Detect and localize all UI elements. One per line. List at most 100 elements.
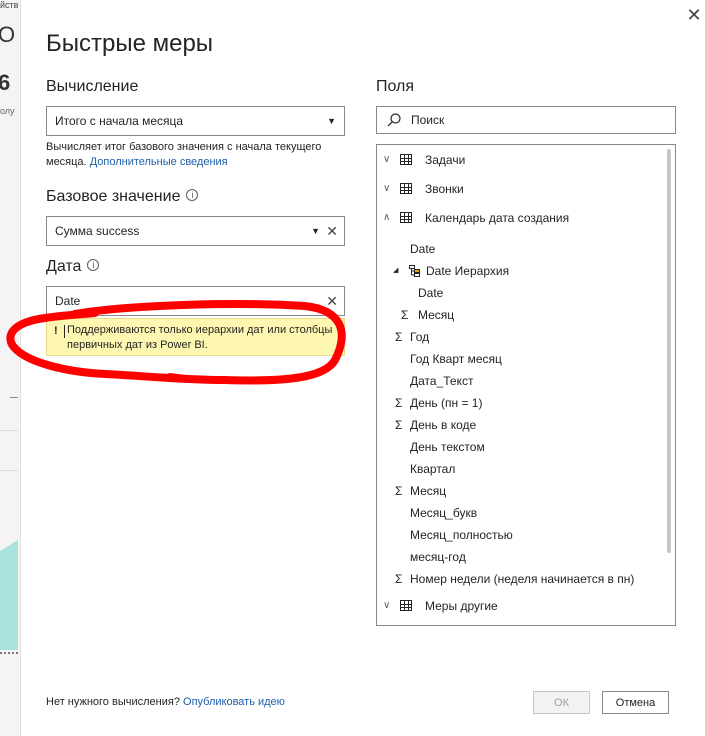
list-item-label: Date <box>418 286 444 300</box>
base-value-selected: Сумма success <box>55 224 140 238</box>
list-item-label: День в коде <box>410 418 477 432</box>
footer-question: Нет нужного вычисления? <box>46 696 180 708</box>
background-gridline <box>0 470 18 471</box>
table-item-calendar[interactable]: ∧ Календарь дата создания <box>377 207 667 229</box>
field-item[interactable]: Date <box>377 238 657 260</box>
sigma-icon: Σ <box>395 396 403 410</box>
sum-field-item[interactable]: Σ Месяц <box>377 480 657 502</box>
ok-button[interactable]: ОК <box>533 691 590 714</box>
field-item[interactable]: Месяц_букв <box>377 502 657 524</box>
calculation-dropdown[interactable]: Итого с начала месяца ▼ <box>46 106 345 136</box>
chevron-down-icon[interactable]: ∨ <box>383 595 395 617</box>
footer-text: Нет нужного вычисления? Опубликовать иде… <box>46 696 285 708</box>
list-item-label: Date Иерархия <box>426 264 510 278</box>
close-icon[interactable]: ✕ <box>684 5 704 25</box>
table-item-tasks[interactable]: ∨ Задачи <box>377 149 667 171</box>
list-item-label: Месяц_полностью <box>410 528 513 542</box>
date-field[interactable]: Date ✕ <box>46 286 345 316</box>
info-icon[interactable]: i <box>87 258 100 271</box>
field-item[interactable]: Дата_Текст <box>377 370 657 392</box>
list-item-label: Звонки <box>425 182 464 196</box>
hierarchy-icon <box>409 265 420 277</box>
list-item-label: Год <box>410 330 430 344</box>
field-item[interactable]: Квартал <box>377 458 657 480</box>
sigma-icon: Σ <box>395 418 403 432</box>
list-item-label: Задачи <box>425 153 466 167</box>
table-icon <box>400 183 412 194</box>
background-tick <box>10 397 18 398</box>
list-item-label: Квартал <box>410 462 456 476</box>
background-number: 6 <box>0 70 11 95</box>
background-chart-area <box>0 540 18 650</box>
field-search[interactable] <box>376 106 676 134</box>
base-value-label: Базовое значение <box>46 188 181 205</box>
background-gridline <box>0 430 18 431</box>
chevron-up-icon[interactable]: ∧ <box>383 207 395 229</box>
background-text: йств <box>0 0 19 10</box>
list-item-label: Дата_Текст <box>410 374 474 388</box>
field-item[interactable]: месяц-год <box>377 546 657 568</box>
dropdown-arrow-icon[interactable]: ▼ <box>311 217 320 245</box>
search-icon <box>387 113 401 127</box>
table-item-calls[interactable]: ∨ Звонки <box>377 178 667 200</box>
publish-idea-link[interactable]: Опубликовать идею <box>183 696 285 708</box>
clear-icon[interactable]: ✕ <box>326 287 338 315</box>
table-icon <box>400 600 412 611</box>
list-item-label: Номер недели (неделя начинается в пн) <box>410 572 635 586</box>
chevron-down-icon[interactable]: ∨ <box>383 149 395 171</box>
background-window: йств О 6 олу <box>0 0 20 736</box>
background-heading: О <box>0 22 16 47</box>
search-input[interactable] <box>411 111 661 129</box>
sum-field-item[interactable]: Σ Месяц <box>377 304 657 326</box>
warning-text: Поддерживаются только иерархии дат или с… <box>67 324 333 351</box>
date-value: Date <box>55 294 81 308</box>
quick-measures-dialog: ✕ Быстрые меры Вычисление Итого с начала… <box>6 0 705 736</box>
list-item-label: Месяц_букв <box>410 506 478 520</box>
scrollbar[interactable] <box>667 149 671 553</box>
list-item-label: месяц-год <box>410 550 466 564</box>
more-info-link[interactable]: Дополнительные сведения <box>90 156 228 168</box>
list-item-label: Календарь дата создания <box>425 211 570 225</box>
chevron-down-icon: ▼ <box>327 116 336 126</box>
list-item-label: Год Кварт месяц <box>410 352 502 366</box>
info-icon[interactable]: i <box>186 188 199 201</box>
sigma-icon: Σ <box>395 330 403 344</box>
list-item-label: Date <box>410 242 436 256</box>
field-item[interactable]: День текстом <box>377 436 657 458</box>
date-label: Дата <box>46 258 82 275</box>
date-label-group: Дата i <box>46 258 100 276</box>
calculation-description: Вычисляет итог базового значения с начал… <box>46 140 351 170</box>
dialog-title: Быстрые меры <box>46 30 214 57</box>
date-warning: ! Поддерживаются только иерархии дат или… <box>46 318 345 356</box>
sigma-icon: Σ <box>395 572 403 586</box>
list-item-label: День (пн = 1) <box>410 396 483 410</box>
background-dotted-line <box>0 652 18 654</box>
table-icon <box>400 154 412 165</box>
text-cursor <box>64 325 65 338</box>
field-item[interactable]: Год Кварт месяц <box>377 348 657 370</box>
expand-triangle-icon[interactable]: ◢ <box>393 260 398 282</box>
base-value-field[interactable]: Сумма success ▼ ✕ <box>46 216 345 246</box>
calculation-selected: Итого с начала месяца <box>55 114 184 128</box>
list-item-label: Месяц <box>418 308 455 322</box>
chevron-down-icon[interactable]: ∨ <box>383 178 395 200</box>
base-value-label-group: Базовое значение i <box>46 188 199 206</box>
hierarchy-item[interactable]: ◢ Date Иерархия <box>377 260 657 282</box>
sum-field-item[interactable]: Σ Номер недели (неделя начинается в пн) <box>377 568 667 590</box>
fields-list: ∨ Задачи ∨ Звонки ∧ Календарь дата созда… <box>376 144 676 626</box>
table-item-other-measures[interactable]: ∨ Меры другие <box>377 595 667 617</box>
list-item-label: Месяц <box>410 484 447 498</box>
sum-field-item[interactable]: Σ Год <box>377 326 657 348</box>
list-item-label: Меры другие <box>425 599 498 613</box>
calculation-label: Вычисление <box>46 78 139 95</box>
sigma-icon: Σ <box>395 484 403 498</box>
sigma-icon: Σ <box>401 308 409 322</box>
cancel-button[interactable]: Отмена <box>602 691 669 714</box>
fields-label: Поля <box>376 78 415 95</box>
field-item[interactable]: Месяц_полностью <box>377 524 657 546</box>
table-icon <box>400 212 412 223</box>
sum-field-item[interactable]: Σ День в коде <box>377 414 657 436</box>
field-item[interactable]: Date <box>377 282 657 304</box>
sum-field-item[interactable]: Σ День (пн = 1) <box>377 392 657 414</box>
clear-icon[interactable]: ✕ <box>326 217 338 245</box>
